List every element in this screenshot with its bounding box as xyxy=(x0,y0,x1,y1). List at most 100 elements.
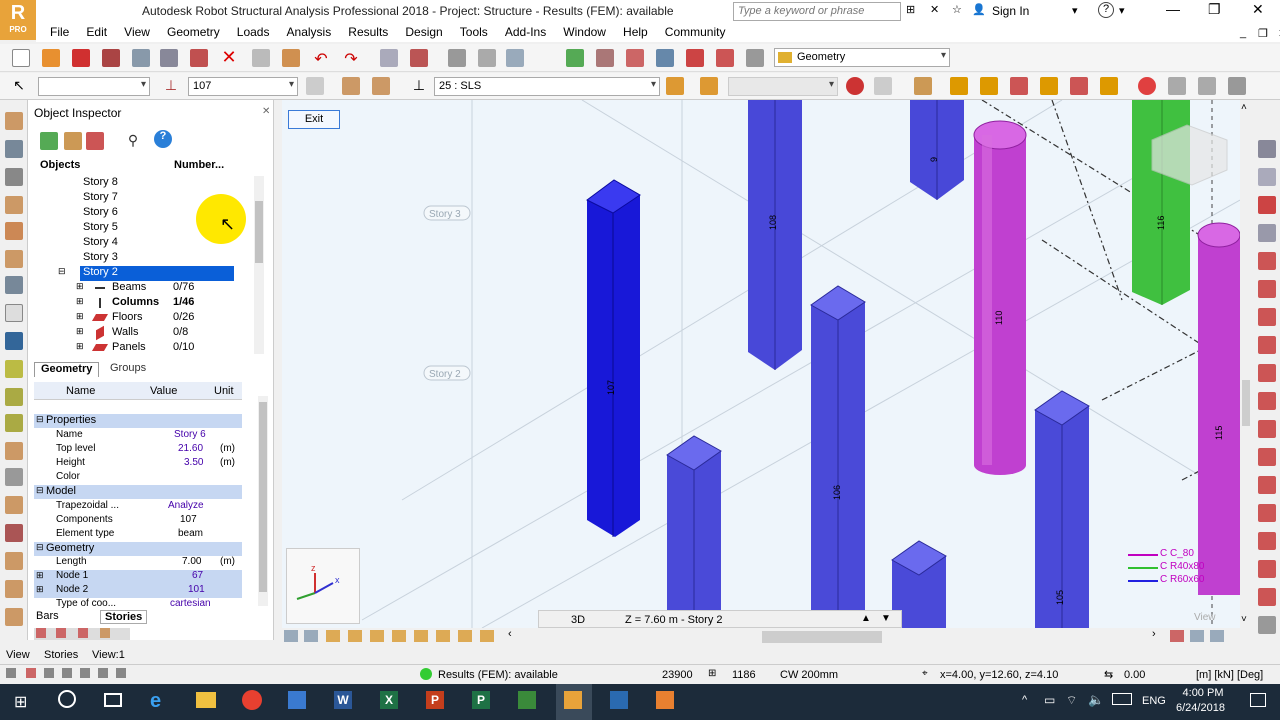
clock-time[interactable]: 4:00 PM xyxy=(1182,687,1224,699)
copy-icon[interactable] xyxy=(252,49,270,67)
case-icon[interactable] xyxy=(342,77,360,95)
scroll-up-icon[interactable]: ˄ xyxy=(1241,102,1247,113)
cable-icon[interactable] xyxy=(5,360,23,378)
mesh-icon[interactable] xyxy=(1070,77,1088,95)
redo-icon[interactable]: ↷ xyxy=(342,49,360,68)
menu-analysis[interactable]: Analysis xyxy=(273,22,332,39)
bar-number-select[interactable]: 107 xyxy=(188,77,298,96)
menu-edit[interactable]: Edit xyxy=(72,22,107,39)
analysis-icon[interactable] xyxy=(656,49,674,67)
view-tool-icon[interactable] xyxy=(370,630,384,642)
zoom-window-icon[interactable] xyxy=(506,49,524,67)
help-icon[interactable]: ? xyxy=(154,130,172,148)
status-icon[interactable] xyxy=(44,668,54,678)
status-icon[interactable] xyxy=(98,668,108,678)
measure-icon[interactable] xyxy=(596,49,614,67)
menu-loads[interactable]: Loads xyxy=(223,22,270,39)
section-model[interactable]: ⊟ Model xyxy=(34,485,242,499)
bar-icon[interactable]: ⊥ xyxy=(162,77,180,95)
view-tool-icon[interactable] xyxy=(1190,630,1204,642)
menu-results[interactable]: Results xyxy=(334,22,388,39)
bar-tool-icon[interactable] xyxy=(5,168,23,186)
more-icon[interactable] xyxy=(1228,77,1246,95)
property-value[interactable]: Analyze xyxy=(168,500,204,511)
solid-tool-icon[interactable] xyxy=(5,468,23,486)
snap-icon[interactable] xyxy=(950,77,968,95)
level-down-icon[interactable]: ▼ xyxy=(881,613,891,624)
list-icon[interactable] xyxy=(1258,140,1276,158)
properties-icon[interactable] xyxy=(190,49,208,67)
property-value[interactable]: 107 xyxy=(180,514,197,525)
volume-icon[interactable]: 🔈 xyxy=(1088,692,1104,708)
binoculars-icon[interactable]: ⊞ xyxy=(906,3,915,16)
property-value[interactable]: beam xyxy=(178,528,203,539)
hinge-icon[interactable] xyxy=(5,524,23,542)
clear-filter-icon[interactable] xyxy=(86,132,104,150)
rotate-icon[interactable] xyxy=(1258,168,1276,186)
foundation-icon[interactable] xyxy=(5,552,23,570)
mini-tool-icon[interactable] xyxy=(56,628,66,638)
tools-icon[interactable]: ✕ xyxy=(930,3,939,16)
clock-date[interactable]: 6/24/2018 xyxy=(1176,702,1225,714)
lock-icon[interactable] xyxy=(448,49,466,67)
file-explorer-icon[interactable] xyxy=(196,692,216,708)
screen-capture-icon[interactable] xyxy=(160,49,178,67)
load-tool-icon[interactable] xyxy=(5,496,23,514)
menu-tools[interactable]: Tools xyxy=(446,22,488,39)
structure-grid-icon[interactable] xyxy=(980,77,998,95)
vertical-scrollbar-thumb[interactable] xyxy=(1242,380,1250,426)
recorder-icon[interactable] xyxy=(656,691,674,709)
collapse-icon[interactable]: ⊟ xyxy=(58,266,66,277)
tab-view-1[interactable]: View:1 xyxy=(92,649,125,661)
tree-item-columns[interactable]: ⊞ Columns 1/46 xyxy=(28,296,274,311)
number-column-header[interactable]: Number... xyxy=(174,159,224,171)
exit-button[interactable]: Exit xyxy=(288,110,340,129)
robot-icon[interactable] xyxy=(564,691,582,709)
filter-icon[interactable] xyxy=(40,132,58,150)
slab-right-icon[interactable] xyxy=(1258,448,1276,466)
menu-design[interactable]: Design xyxy=(391,22,442,39)
edge-icon[interactable]: e xyxy=(150,690,161,713)
collapse-icon[interactable]: ⊟ xyxy=(36,542,44,553)
excel-icon[interactable]: X xyxy=(380,691,398,709)
case-list-icon[interactable] xyxy=(372,77,390,95)
support-icon[interactable] xyxy=(5,196,23,214)
preview-icon[interactable] xyxy=(132,49,150,67)
tab-stories-view[interactable]: Stories xyxy=(44,649,78,661)
node-icon[interactable] xyxy=(5,140,23,158)
viewport-canvas[interactable]: Story 3 Story 2 107 108 9 106 105 110 11… xyxy=(282,100,1240,628)
paste-icon[interactable] xyxy=(282,49,300,67)
diagonal-icon[interactable] xyxy=(5,414,23,432)
release-icon[interactable] xyxy=(5,276,23,294)
table-right-icon[interactable] xyxy=(1258,224,1276,242)
property-value[interactable]: 101 xyxy=(188,584,205,595)
property-row[interactable]: Top level 21.60 (m) xyxy=(34,443,242,457)
offset-icon[interactable] xyxy=(5,304,23,322)
property-value[interactable]: cartesian xyxy=(170,598,211,608)
vertical-scrollbar[interactable]: ˄ ˅ xyxy=(1240,100,1252,628)
mini-tool-icon[interactable] xyxy=(36,628,46,638)
section-geometry[interactable]: ⊟ Geometry xyxy=(34,542,242,556)
status-icon[interactable] xyxy=(62,668,72,678)
search-input[interactable]: Type a keyword or phrase xyxy=(733,2,901,21)
view-tool-icon[interactable] xyxy=(392,630,406,642)
panel-tool-icon[interactable] xyxy=(5,442,23,460)
menu-help[interactable]: Help xyxy=(609,22,648,39)
wifi-icon[interactable]: ⌔ xyxy=(1066,693,1077,708)
beam-right-icon[interactable] xyxy=(1258,280,1276,298)
load-type-icon[interactable] xyxy=(666,77,684,95)
tree-scrollbar-thumb[interactable] xyxy=(255,201,263,263)
expand-icon[interactable]: ⊞ xyxy=(76,341,84,352)
layout-icon[interactable] xyxy=(746,49,764,67)
mini-tool-icon[interactable] xyxy=(78,628,88,638)
material-icon[interactable] xyxy=(5,250,23,268)
load-arrow-icon[interactable] xyxy=(700,77,718,95)
menu-geometry[interactable]: Geometry xyxy=(153,22,220,39)
expand-icon[interactable]: ⊞ xyxy=(76,296,84,307)
result-right-icon[interactable] xyxy=(1258,560,1276,578)
tree-item-beams[interactable]: ⊞ Beams 0/76 xyxy=(28,281,274,296)
funnel-icon[interactable] xyxy=(64,132,82,150)
property-row[interactable]: ⊞ Node 2 101 xyxy=(34,584,242,598)
selection-special-icon[interactable] xyxy=(306,77,324,95)
word-icon[interactable]: W xyxy=(334,691,352,709)
